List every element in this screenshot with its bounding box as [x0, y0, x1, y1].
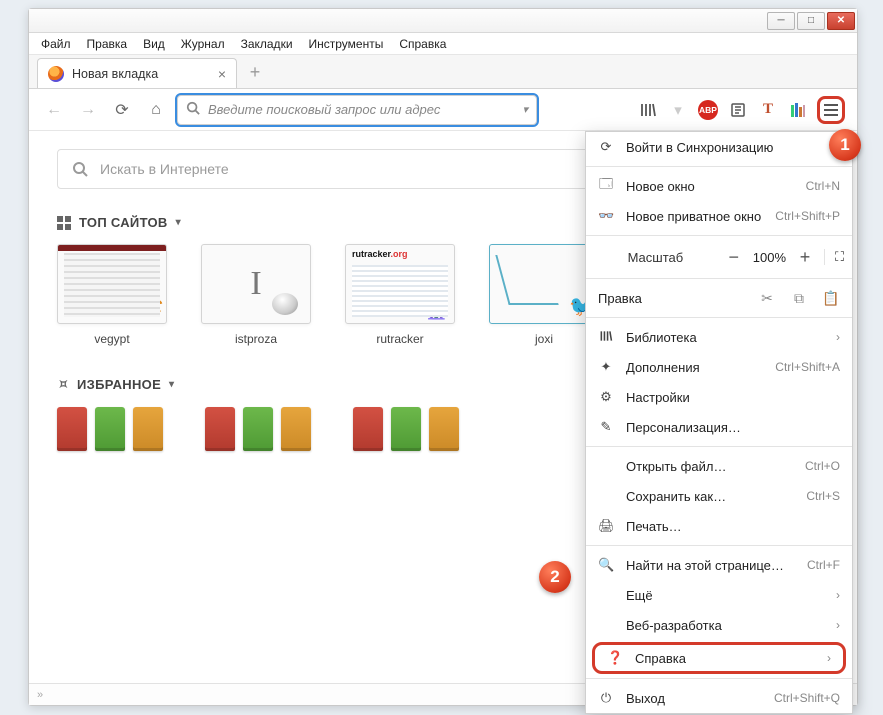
zoom-percent: 100% — [753, 250, 786, 265]
menu-webdev[interactable]: Веб-разработка › — [586, 610, 852, 640]
fullscreen-button[interactable]: ⛶ — [824, 249, 842, 265]
menubar-item[interactable]: Справка — [393, 35, 452, 53]
menu-open-file[interactable]: Открыть файл… Ctrl+O — [586, 451, 852, 481]
chevron-right-icon: › — [836, 618, 840, 632]
tile-label: vegypt — [94, 332, 129, 346]
app-menu: ⟳ Войти в Синхронизацию 🗔 Новое окно Ctr… — [585, 131, 853, 714]
menubar-item[interactable]: Журнал — [175, 35, 231, 53]
reader-icon[interactable] — [727, 99, 749, 121]
menu-customize[interactable]: ✎ Персонализация… — [586, 412, 852, 442]
menubar-item[interactable]: Закладки — [235, 35, 299, 53]
chevron-right-icon: › — [836, 588, 840, 602]
back-button[interactable]: ← — [41, 97, 67, 123]
sync-icon: ⟳ — [598, 139, 614, 155]
copy-icon[interactable]: ⧉ — [790, 290, 808, 307]
search-icon: 🔍 — [598, 557, 614, 573]
callout-2: 2 — [539, 561, 571, 593]
hamburger-menu-button[interactable] — [817, 96, 845, 124]
brush-icon: ✎ — [598, 419, 614, 435]
url-placeholder: Введите поисковый запрос или адрес — [208, 102, 440, 117]
menu-exit[interactable]: ⏻ Выход Ctrl+Shift+Q — [586, 683, 852, 713]
callout-1: 1 — [829, 129, 861, 161]
favorite-tile[interactable] — [353, 407, 459, 451]
maximize-button[interactable]: □ — [797, 12, 825, 30]
chevron-right-icon: › — [836, 330, 840, 344]
minimize-button[interactable]: ─ — [767, 12, 795, 30]
search-icon — [186, 101, 200, 118]
library-icon — [598, 329, 614, 346]
top-site-tile[interactable]: rutracker.org🎡 rutracker — [345, 244, 455, 346]
tile-label: istproza — [235, 332, 277, 346]
paste-icon[interactable]: 📋 — [822, 290, 840, 307]
zoom-out-button[interactable]: − — [723, 247, 745, 268]
grid-icon — [57, 216, 71, 230]
new-tab-button[interactable]: + — [243, 60, 267, 84]
expand-icon[interactable]: » — [37, 689, 43, 701]
toolbar: ← → ⟳ ⌂ Введите поисковый запрос или адр… — [29, 89, 857, 131]
menubar-item[interactable]: Вид — [137, 35, 171, 53]
home-button[interactable]: ⌂ — [143, 97, 169, 123]
toolbar-right: ▾ ABP T — [637, 96, 845, 124]
menubar-item[interactable]: Файл — [35, 35, 77, 53]
menu-new-window[interactable]: 🗔 Новое окно Ctrl+N — [586, 171, 852, 201]
menu-library[interactable]: Библиотека › — [586, 322, 852, 352]
tab[interactable]: Новая вкладка × — [37, 58, 237, 88]
menu-settings[interactable]: ⚙ Настройки — [586, 382, 852, 412]
help-icon: ❓ — [607, 650, 623, 666]
menu-addons[interactable]: ✦ Дополнения Ctrl+Shift+A — [586, 352, 852, 382]
pocket-icon[interactable]: ▾ — [667, 99, 689, 121]
menubar-item[interactable]: Инструменты — [303, 35, 390, 53]
extension-icon[interactable] — [787, 99, 809, 121]
window-icon: 🗔 — [598, 175, 614, 197]
menu-print[interactable]: 🖨 Печать… — [586, 511, 852, 541]
titlebar: ─ □ ✕ — [29, 9, 857, 33]
tab-close-icon[interactable]: × — [218, 66, 226, 82]
firefox-icon — [48, 66, 64, 82]
thumbnail: I — [201, 244, 311, 324]
browser-window: ─ □ ✕ Файл Правка Вид Журнал Закладки Ин… — [28, 8, 858, 706]
puzzle-icon: ✦ — [598, 359, 614, 375]
favorite-tile[interactable] — [57, 407, 163, 451]
tab-title: Новая вкладка — [72, 67, 158, 81]
menu-zoom-row: Масштаб − 100% + ⛶ — [586, 240, 852, 274]
abp-icon[interactable]: ABP — [697, 99, 719, 121]
close-button[interactable]: ✕ — [827, 12, 855, 30]
top-site-tile[interactable]: I istproza — [201, 244, 311, 346]
print-icon: 🖨 — [598, 518, 614, 534]
favorite-tile[interactable] — [205, 407, 311, 451]
menubar-item[interactable]: Правка — [81, 35, 134, 53]
menu-more[interactable]: Ещё › — [586, 580, 852, 610]
tab-strip: Новая вкладка × + — [29, 55, 857, 89]
top-site-tile[interactable]: VЄ vegypt — [57, 244, 167, 346]
cut-icon[interactable]: ✂ — [758, 290, 776, 307]
thumbnail: VЄ — [57, 244, 167, 324]
menu-save-as[interactable]: Сохранить как… Ctrl+S — [586, 481, 852, 511]
pin-icon: ✧ — [53, 374, 74, 395]
chevron-down-icon[interactable]: ▾ — [522, 103, 528, 116]
url-bar[interactable]: Введите поисковый запрос или адрес ▾ — [177, 95, 537, 125]
zoom-in-button[interactable]: + — [794, 247, 816, 268]
chevron-right-icon: › — [827, 651, 831, 665]
menubar: Файл Правка Вид Журнал Закладки Инструме… — [29, 33, 857, 55]
power-icon: ⏻ — [598, 690, 614, 706]
tile-label: joxi — [535, 332, 553, 346]
tile-label: rutracker — [376, 332, 423, 346]
menu-new-private-window[interactable]: 👓 Новое приватное окно Ctrl+Shift+P — [586, 201, 852, 231]
search-placeholder: Искать в Интернете — [100, 161, 229, 177]
chevron-down-icon: ▾ — [169, 379, 174, 390]
text-icon[interactable]: T — [757, 99, 779, 121]
library-icon[interactable] — [637, 99, 659, 121]
thumbnail: rutracker.org🎡 — [345, 244, 455, 324]
gear-icon: ⚙ — [598, 389, 614, 405]
thumbnail: 🐦 — [489, 244, 599, 324]
menu-sync[interactable]: ⟳ Войти в Синхронизацию — [586, 132, 852, 162]
reload-button[interactable]: ⟳ — [109, 97, 135, 123]
top-site-tile[interactable]: 🐦 joxi — [489, 244, 599, 346]
mask-icon: 👓 — [598, 208, 614, 224]
forward-button[interactable]: → — [75, 97, 101, 123]
menu-find[interactable]: 🔍 Найти на этой странице… Ctrl+F — [586, 550, 852, 580]
chevron-down-icon: ▾ — [176, 217, 181, 228]
menu-help[interactable]: ❓ Справка › — [592, 642, 846, 674]
menu-edit-row: Правка ✂ ⧉ 📋 — [586, 283, 852, 313]
